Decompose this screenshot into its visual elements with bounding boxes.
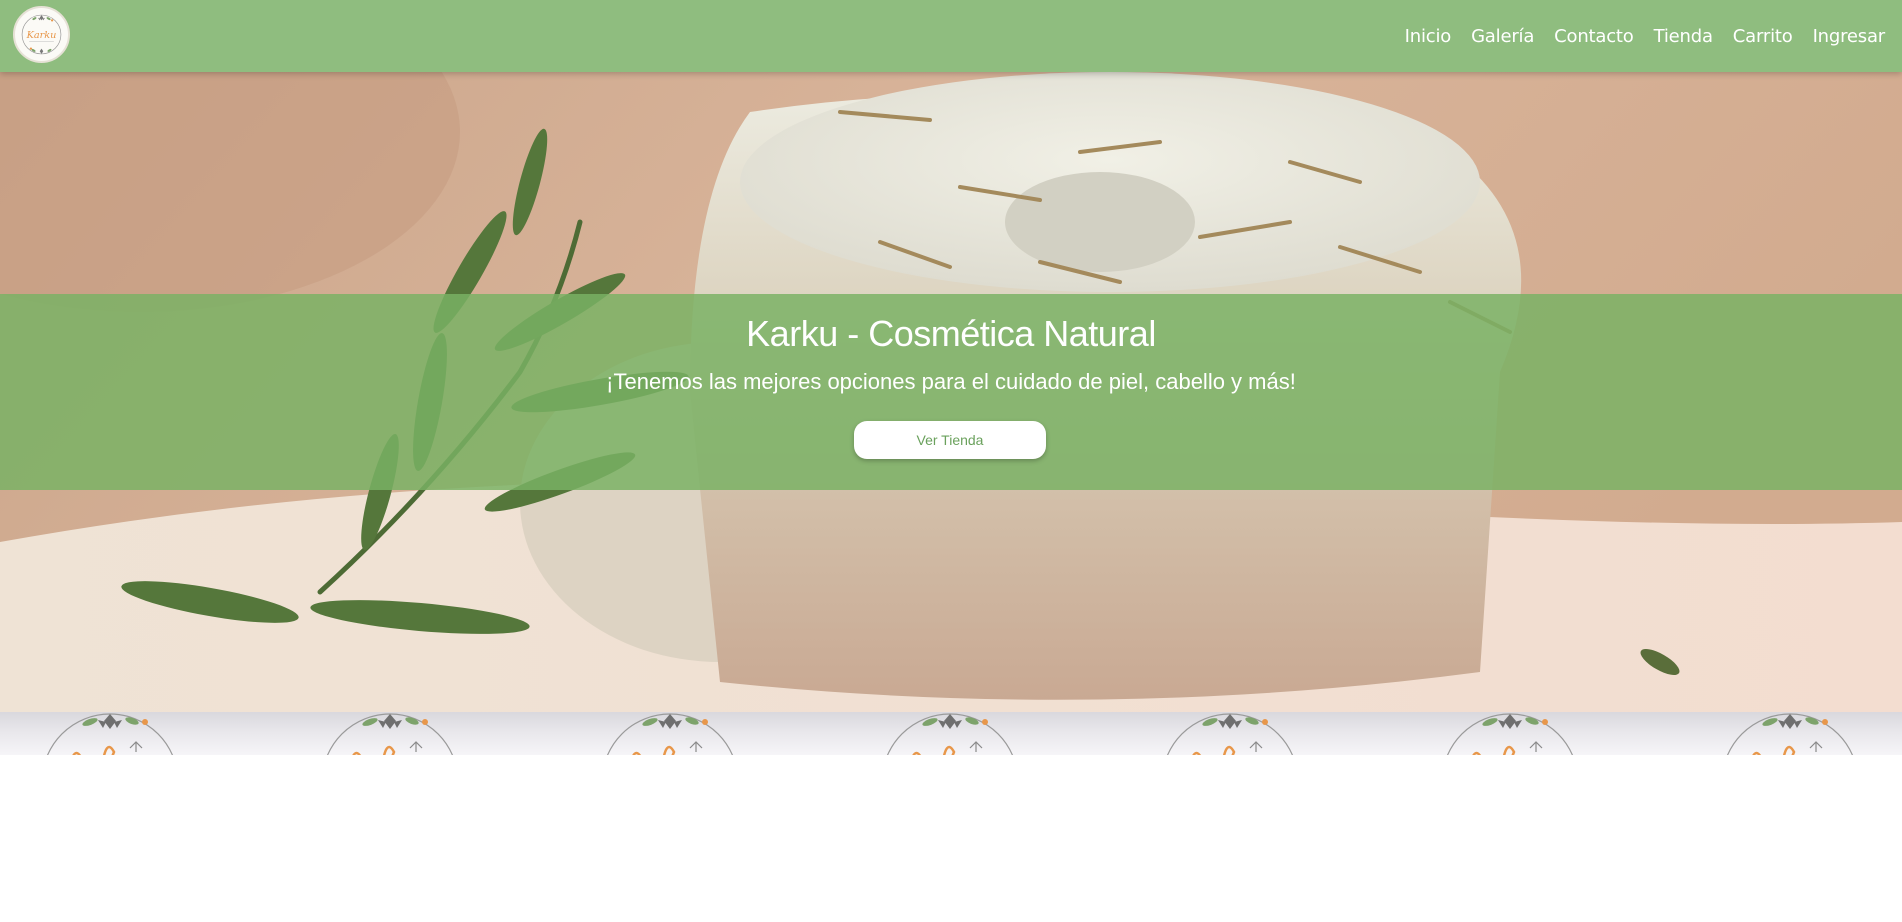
ver-tienda-button[interactable]: Ver Tienda (854, 421, 1046, 459)
pattern-logo-icon (40, 712, 180, 755)
nav-tienda[interactable]: Tienda (1654, 26, 1713, 47)
hero-subtitle: ¡Tenemos las mejores opciones para el cu… (606, 369, 1296, 394)
karku-logo[interactable]: Karku (13, 6, 70, 63)
nav-carrito[interactable]: Carrito (1733, 26, 1793, 47)
pattern-logo-icon (1160, 712, 1300, 755)
nav-ingresar[interactable]: Ingresar (1813, 26, 1886, 47)
karku-logo-icon: Karku (21, 14, 62, 55)
pattern-logo-icon (1440, 712, 1580, 755)
pattern-logo-icon (320, 712, 460, 755)
main-nav: Inicio Galería Contacto Tienda Carrito I… (1405, 0, 1886, 72)
hero-title: Karku - Cosmética Natural (746, 313, 1156, 354)
pattern-logo-icon (600, 712, 740, 755)
nav-contacto[interactable]: Contacto (1554, 26, 1634, 47)
logo-text: Karku (26, 30, 57, 41)
nav-inicio[interactable]: Inicio (1405, 26, 1452, 47)
hero-banner: Karku - Cosmética Natural ¡Tenemos las m… (0, 294, 1902, 490)
nav-galeria[interactable]: Galería (1471, 26, 1534, 47)
pattern-logo-icon (880, 712, 1020, 755)
pattern-logo-icon (1720, 712, 1860, 755)
hero-section: Karku - Cosmética Natural ¡Tenemos las m… (0, 72, 1902, 712)
navbar: Karku Inicio Galería Contacto Tienda Car… (0, 0, 1902, 72)
logo-pattern-strip (0, 712, 1902, 755)
